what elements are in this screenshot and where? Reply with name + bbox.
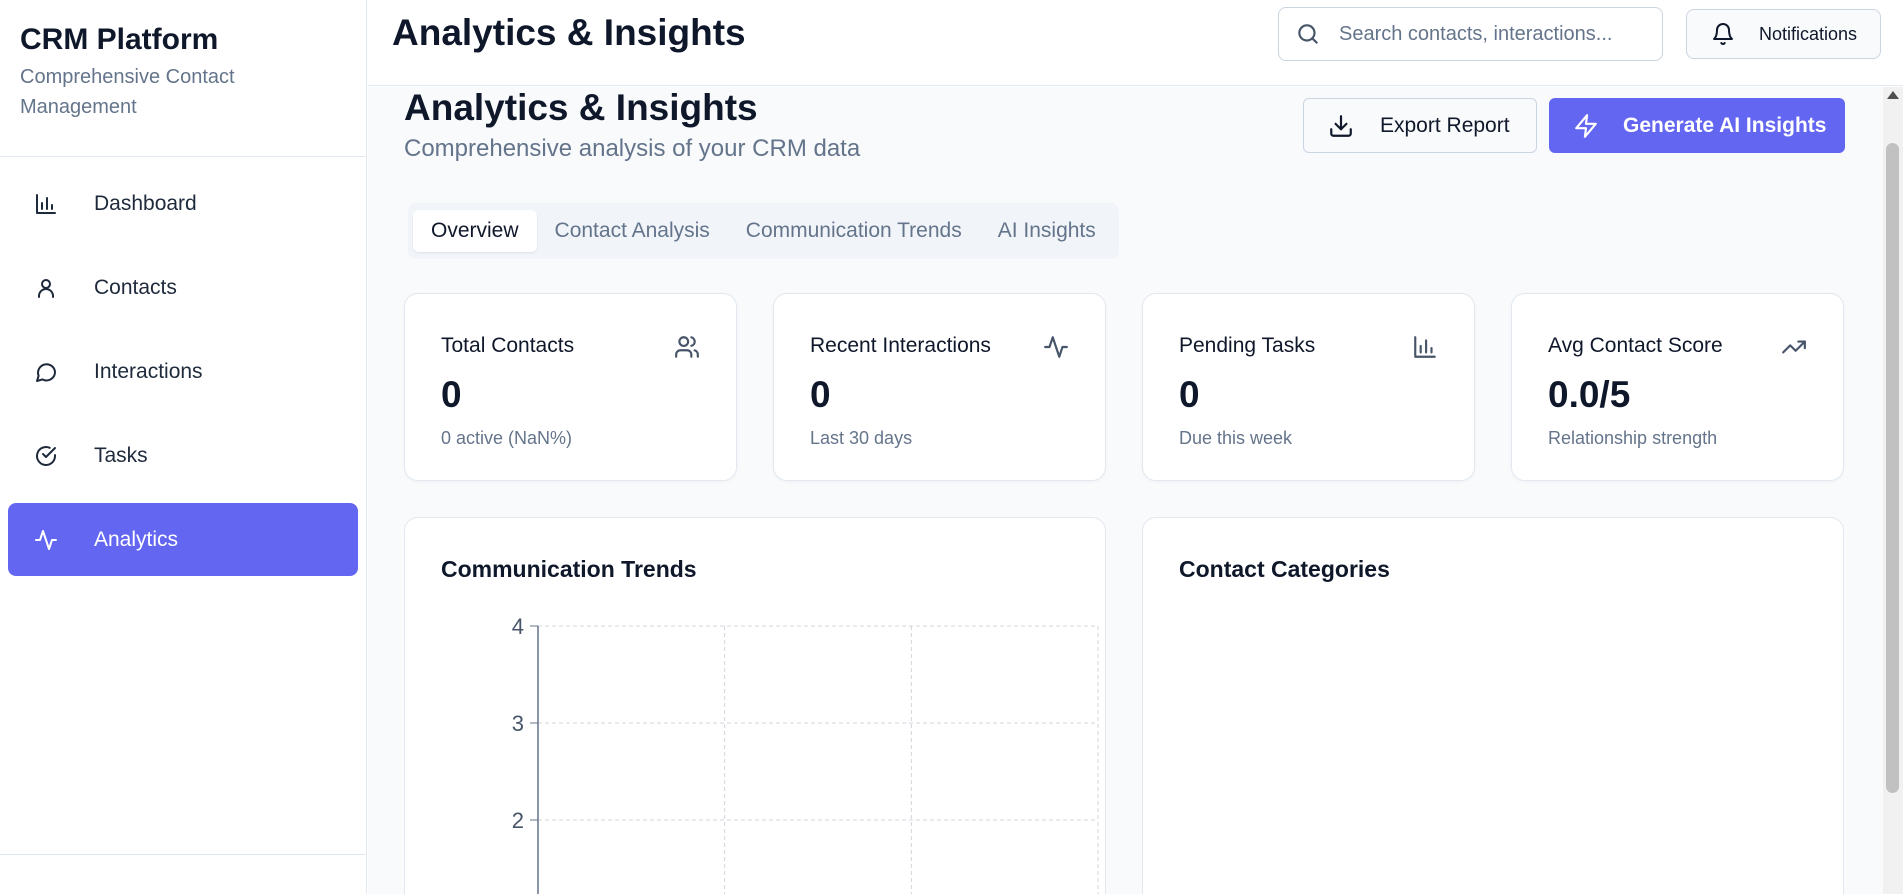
- stat-subtext: Due this week: [1179, 428, 1293, 448]
- y-axis-tick-label: 3: [512, 711, 524, 736]
- y-axis-tick-label: 2: [512, 808, 524, 833]
- tab-overview[interactable]: Overview: [413, 210, 537, 252]
- export-report-label: Export Report: [1380, 113, 1510, 137]
- stat-card-total-contacts: Total Contacts 0 0 active (NaN%): [404, 293, 737, 481]
- tab-ai-insights[interactable]: AI Insights: [980, 210, 1114, 252]
- scroll-thumb[interactable]: [1886, 143, 1899, 793]
- stat-value: 0: [1179, 374, 1200, 415]
- sidebar-item-contacts[interactable]: Contacts: [8, 251, 358, 324]
- panel-title: Communication Trends: [441, 556, 697, 582]
- generate-ai-insights-button[interactable]: Generate AI Insights: [1549, 98, 1845, 153]
- y-axis-tick-label: 4: [512, 618, 524, 639]
- trending-up-icon: [1781, 334, 1807, 360]
- user-icon: [32, 274, 60, 302]
- download-icon: [1328, 113, 1354, 139]
- stat-value: 0.0/5: [1548, 374, 1631, 415]
- page-subtitle: Comprehensive analysis of your CRM data: [404, 135, 861, 162]
- sidebar-item-analytics[interactable]: Analytics: [8, 503, 358, 576]
- notifications-label: Notifications: [1759, 23, 1858, 44]
- search-input[interactable]: [1339, 22, 1639, 46]
- tab-list: Overview Contact Analysis Communication …: [408, 203, 1119, 259]
- stat-value: 0: [441, 374, 462, 415]
- top-bar: Analytics & Insights Notifications: [368, 0, 1903, 86]
- check-circle-icon: [32, 442, 60, 470]
- bell-icon: [1711, 22, 1735, 46]
- stat-card-pending-tasks: Pending Tasks 0 Due this week: [1142, 293, 1475, 481]
- communication-trends-chart: 4 3 2: [512, 618, 1099, 894]
- sidebar-item-label: Analytics: [94, 527, 179, 551]
- lightning-icon: [1573, 113, 1599, 139]
- stat-title: Pending Tasks: [1179, 334, 1316, 357]
- sidebar-item-label: Dashboard: [94, 191, 197, 215]
- scroll-up-arrow[interactable]: [1887, 91, 1899, 99]
- stat-card-recent-interactions: Recent Interactions 0 Last 30 days: [773, 293, 1106, 481]
- header-title: Analytics & Insights: [392, 12, 746, 53]
- sidebar-nav: Dashboard Contacts Interactions Tasks An…: [0, 167, 366, 576]
- panel-title: Contact Categories: [1179, 556, 1390, 582]
- stat-subtext: 0 active (NaN%): [441, 428, 573, 448]
- stat-subtext: Relationship strength: [1548, 428, 1718, 448]
- users-icon: [674, 334, 700, 360]
- tab-communication-trends[interactable]: Communication Trends: [728, 210, 980, 252]
- sidebar-item-label: Interactions: [94, 359, 203, 383]
- sidebar: CRM Platform Comprehensive Contact Manag…: [0, 0, 367, 894]
- search-icon: [1295, 21, 1321, 47]
- stat-subtext: Last 30 days: [810, 428, 913, 448]
- generate-ai-insights-label: Generate AI Insights: [1623, 113, 1827, 137]
- message-circle-icon: [32, 358, 60, 386]
- app-subtitle: Comprehensive Contact Management: [20, 66, 235, 118]
- page-title: Analytics & Insights: [404, 87, 758, 128]
- activity-icon: [32, 526, 60, 554]
- bar-chart-icon: [1412, 334, 1438, 360]
- stat-title: Recent Interactions: [810, 334, 991, 357]
- app-title: CRM Platform: [20, 23, 219, 56]
- sidebar-item-tasks[interactable]: Tasks: [8, 419, 358, 492]
- brand: CRM Platform Comprehensive Contact Manag…: [0, 0, 366, 157]
- sidebar-item-label: Contacts: [94, 275, 177, 299]
- stat-title: Avg Contact Score: [1548, 334, 1723, 357]
- search-box[interactable]: [1278, 7, 1663, 61]
- sidebar-item-label: Tasks: [94, 443, 148, 467]
- tab-contact-analysis[interactable]: Contact Analysis: [537, 210, 728, 252]
- sidebar-item-dashboard[interactable]: Dashboard: [8, 167, 358, 240]
- divider: [0, 854, 366, 855]
- bar-chart-icon: [32, 190, 60, 218]
- sidebar-item-interactions[interactable]: Interactions: [8, 335, 358, 408]
- main-content: Analytics & Insights Comprehensive analy…: [368, 87, 1883, 894]
- export-report-button[interactable]: Export Report: [1303, 98, 1537, 153]
- scrollbar[interactable]: [1883, 87, 1903, 894]
- stat-value: 0: [810, 374, 831, 415]
- notifications-button[interactable]: Notifications: [1686, 9, 1881, 59]
- activity-icon: [1043, 334, 1069, 360]
- contact-categories-panel: Contact Categories: [1142, 517, 1844, 894]
- stat-title: Total Contacts: [441, 334, 575, 357]
- stat-card-avg-contact-score: Avg Contact Score 0.0/5 Relationship str…: [1511, 293, 1844, 481]
- communication-trends-panel: Communication Trends 4 3 2: [404, 517, 1106, 894]
